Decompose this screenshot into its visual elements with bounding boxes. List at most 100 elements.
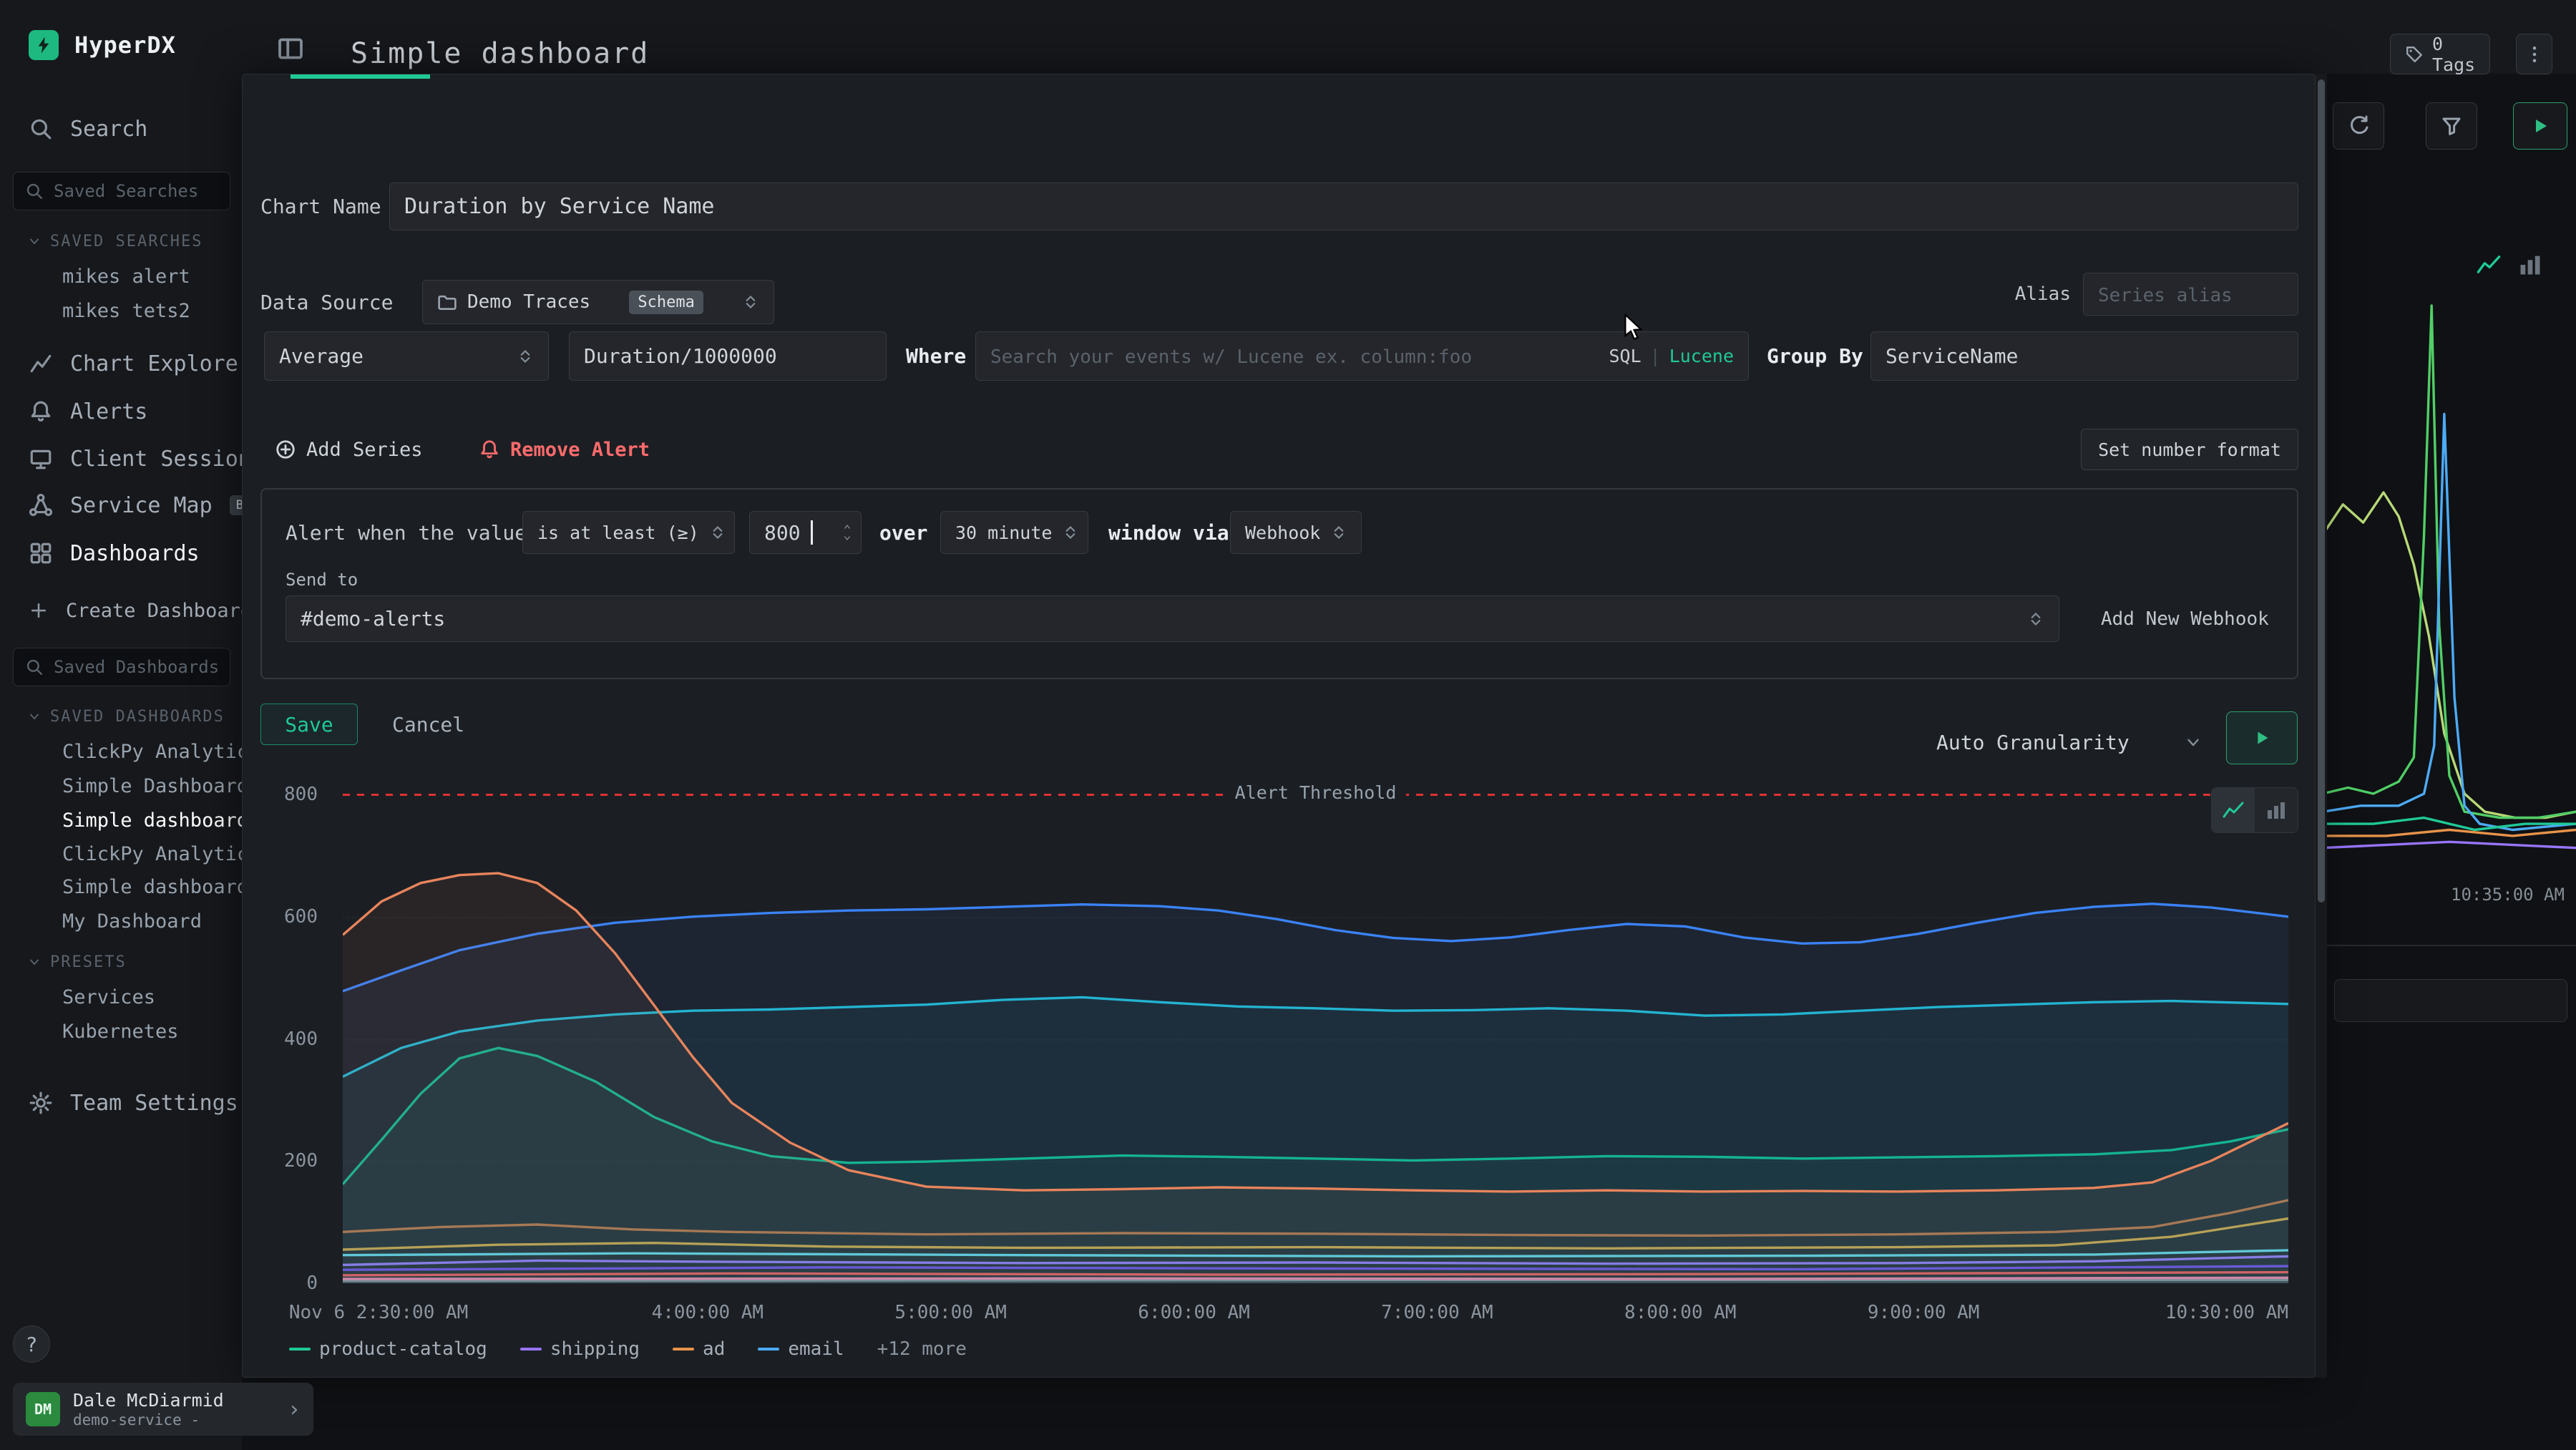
bar-chart-toggle[interactable]: [2255, 788, 2298, 832]
user-menu[interactable]: DM Dale McDiarmid demo-service - ›: [13, 1383, 313, 1436]
sidebar-item-chart-explorer[interactable]: Chart Explorer: [29, 349, 251, 378]
legend-item[interactable]: ad: [673, 1338, 725, 1360]
more-menu-button[interactable]: [2516, 34, 2552, 74]
chevron-down-icon: [27, 955, 42, 969]
filter-icon: [2440, 115, 2463, 137]
cancel-button[interactable]: Cancel: [392, 704, 464, 745]
run-query-button[interactable]: [2513, 102, 2567, 150]
sidebar: HyperDX Search SAVED SEARCHES mikes aler…: [0, 0, 242, 1450]
query-language-toggle[interactable]: SQL | Lucene: [1609, 346, 1734, 366]
background-panel: [2334, 979, 2567, 1022]
alert-config-box: Alert when the value is at least (≥) 800…: [260, 488, 2298, 679]
alert-window-select[interactable]: 30 minute: [940, 511, 1088, 554]
sidebar-item-search[interactable]: Search: [29, 115, 147, 143]
saved-dashboard-item-active[interactable]: Simple dashboard: [62, 809, 248, 832]
mouse-cursor: [1623, 313, 1649, 342]
data-source-select[interactable]: Demo Traces Schema: [422, 280, 774, 324]
alias-input-wrap: [2083, 273, 2298, 316]
window-via-label: window via: [1108, 511, 1229, 554]
legend-more[interactable]: +12 more: [877, 1338, 967, 1360]
sidebar-item-alerts[interactable]: Alerts: [29, 397, 147, 426]
background-chart-time-label: 10:35:00 AM: [2451, 885, 2565, 905]
alert-channel-select[interactable]: Webhook: [1230, 511, 1362, 554]
x-tick: 4:00:00 AM: [652, 1302, 764, 1323]
scrollbar-thumb[interactable]: [2318, 79, 2325, 902]
add-webhook-button[interactable]: Add New Webhook: [2101, 595, 2269, 642]
chevron-down-icon: [841, 533, 854, 542]
number-stepper[interactable]: [841, 522, 854, 542]
field-input-wrap: [569, 331, 887, 381]
chevrons-up-down-icon: [742, 291, 759, 313]
saved-dashboard-item[interactable]: ClickPy Analytics: [62, 740, 260, 763]
legend-item[interactable]: product-catalog: [289, 1338, 487, 1360]
sidebar-item-dashboards[interactable]: Dashboards: [29, 539, 200, 568]
saved-searches-heading[interactable]: SAVED SEARCHES: [27, 230, 203, 252]
saved-search-item[interactable]: mikes alert: [62, 265, 190, 288]
alert-threshold-input[interactable]: 800: [749, 511, 862, 554]
background-tile-chart: [2323, 263, 2576, 866]
search-icon: [25, 182, 44, 200]
bell-icon: [479, 439, 500, 460]
saved-dashboard-item[interactable]: My Dashboard: [62, 910, 202, 933]
send-to-select[interactable]: #demo-alerts: [286, 595, 2059, 642]
sidebar-item-client-sessions[interactable]: Client Sessions: [29, 444, 264, 473]
saved-searches-input[interactable]: [13, 172, 230, 210]
filter-button[interactable]: [2426, 102, 2477, 150]
refresh-icon: [2347, 115, 2370, 137]
saved-dashboard-item[interactable]: Simple Dashboard: [62, 774, 248, 797]
chart-series-svg: [343, 794, 2288, 1283]
legend-dash: [758, 1348, 779, 1351]
chart-name-input[interactable]: [404, 194, 2283, 219]
aggregation-select[interactable]: Average: [264, 331, 549, 381]
saved-search-item[interactable]: mikes tets2: [62, 299, 190, 322]
saved-dashboard-item[interactable]: ClickPy Analytics: [62, 842, 260, 865]
chart-icon: [29, 351, 53, 376]
create-dashboard-button[interactable]: Create Dashboard: [29, 596, 252, 625]
brand[interactable]: HyperDX: [29, 30, 176, 60]
save-button[interactable]: Save: [260, 704, 358, 745]
search-icon: [25, 658, 44, 676]
group-by-input[interactable]: [1885, 344, 2283, 368]
text-caret: [811, 520, 813, 545]
saved-dashboards-input[interactable]: [13, 648, 230, 686]
legend-item[interactable]: email: [758, 1338, 844, 1360]
tags-button[interactable]: 0 Tags: [2390, 34, 2490, 74]
line-chart-toggle[interactable]: [2212, 788, 2255, 832]
page-title: Simple dashboard: [351, 37, 649, 70]
legend-item[interactable]: shipping: [520, 1338, 640, 1360]
sidebar-collapse-button[interactable]: [276, 34, 305, 63]
remove-alert-button[interactable]: Remove Alert: [479, 429, 650, 470]
add-series-button[interactable]: Add Series: [275, 429, 423, 470]
field-input[interactable]: [584, 344, 872, 368]
alert-condition-select[interactable]: is at least (≥): [522, 511, 735, 554]
saved-dashboards-heading[interactable]: SAVED DASHBOARDS: [27, 706, 225, 727]
saved-searches-field[interactable]: [54, 181, 218, 201]
tag-icon: [2405, 45, 2424, 64]
run-chart-button[interactable]: [2226, 711, 2298, 764]
preset-item[interactable]: Services: [62, 986, 155, 1008]
x-tick: 7:00:00 AM: [1381, 1302, 1493, 1323]
presets-heading[interactable]: PRESETS: [27, 951, 127, 973]
chevrons-up-down-icon: [2027, 608, 2044, 630]
alias-input[interactable]: [2098, 283, 2283, 306]
sidebar-item-team-settings[interactable]: Team Settings: [29, 1089, 238, 1117]
alert-threshold-label: Alert Threshold: [1225, 782, 1407, 803]
help-button[interactable]: ?: [13, 1325, 50, 1363]
refresh-button[interactable]: [2333, 102, 2384, 150]
sidebar-item-service-map[interactable]: Service Map BETA: [29, 491, 275, 520]
preset-item[interactable]: Kubernetes: [62, 1020, 179, 1043]
schema-badge: Schema: [629, 291, 703, 314]
chevrons-up-down-icon: [709, 522, 726, 543]
legend-dash: [673, 1348, 694, 1351]
gear-icon: [29, 1091, 53, 1115]
saved-dashboards-field[interactable]: [54, 657, 218, 677]
brand-name: HyperDX: [74, 31, 176, 59]
chart-name-label: Chart Name: [260, 183, 381, 230]
granularity-select[interactable]: Auto Granularity: [1936, 720, 2202, 764]
modal-scrollbar[interactable]: [2316, 74, 2327, 1378]
group-by-input-wrap: [1870, 331, 2298, 381]
saved-dashboard-item[interactable]: Simple dashboard: [62, 875, 248, 898]
set-number-format-button[interactable]: Set number format: [2081, 429, 2298, 470]
where-input[interactable]: [990, 344, 1599, 368]
y-axis: 800 600 400 200 0: [260, 794, 318, 1283]
